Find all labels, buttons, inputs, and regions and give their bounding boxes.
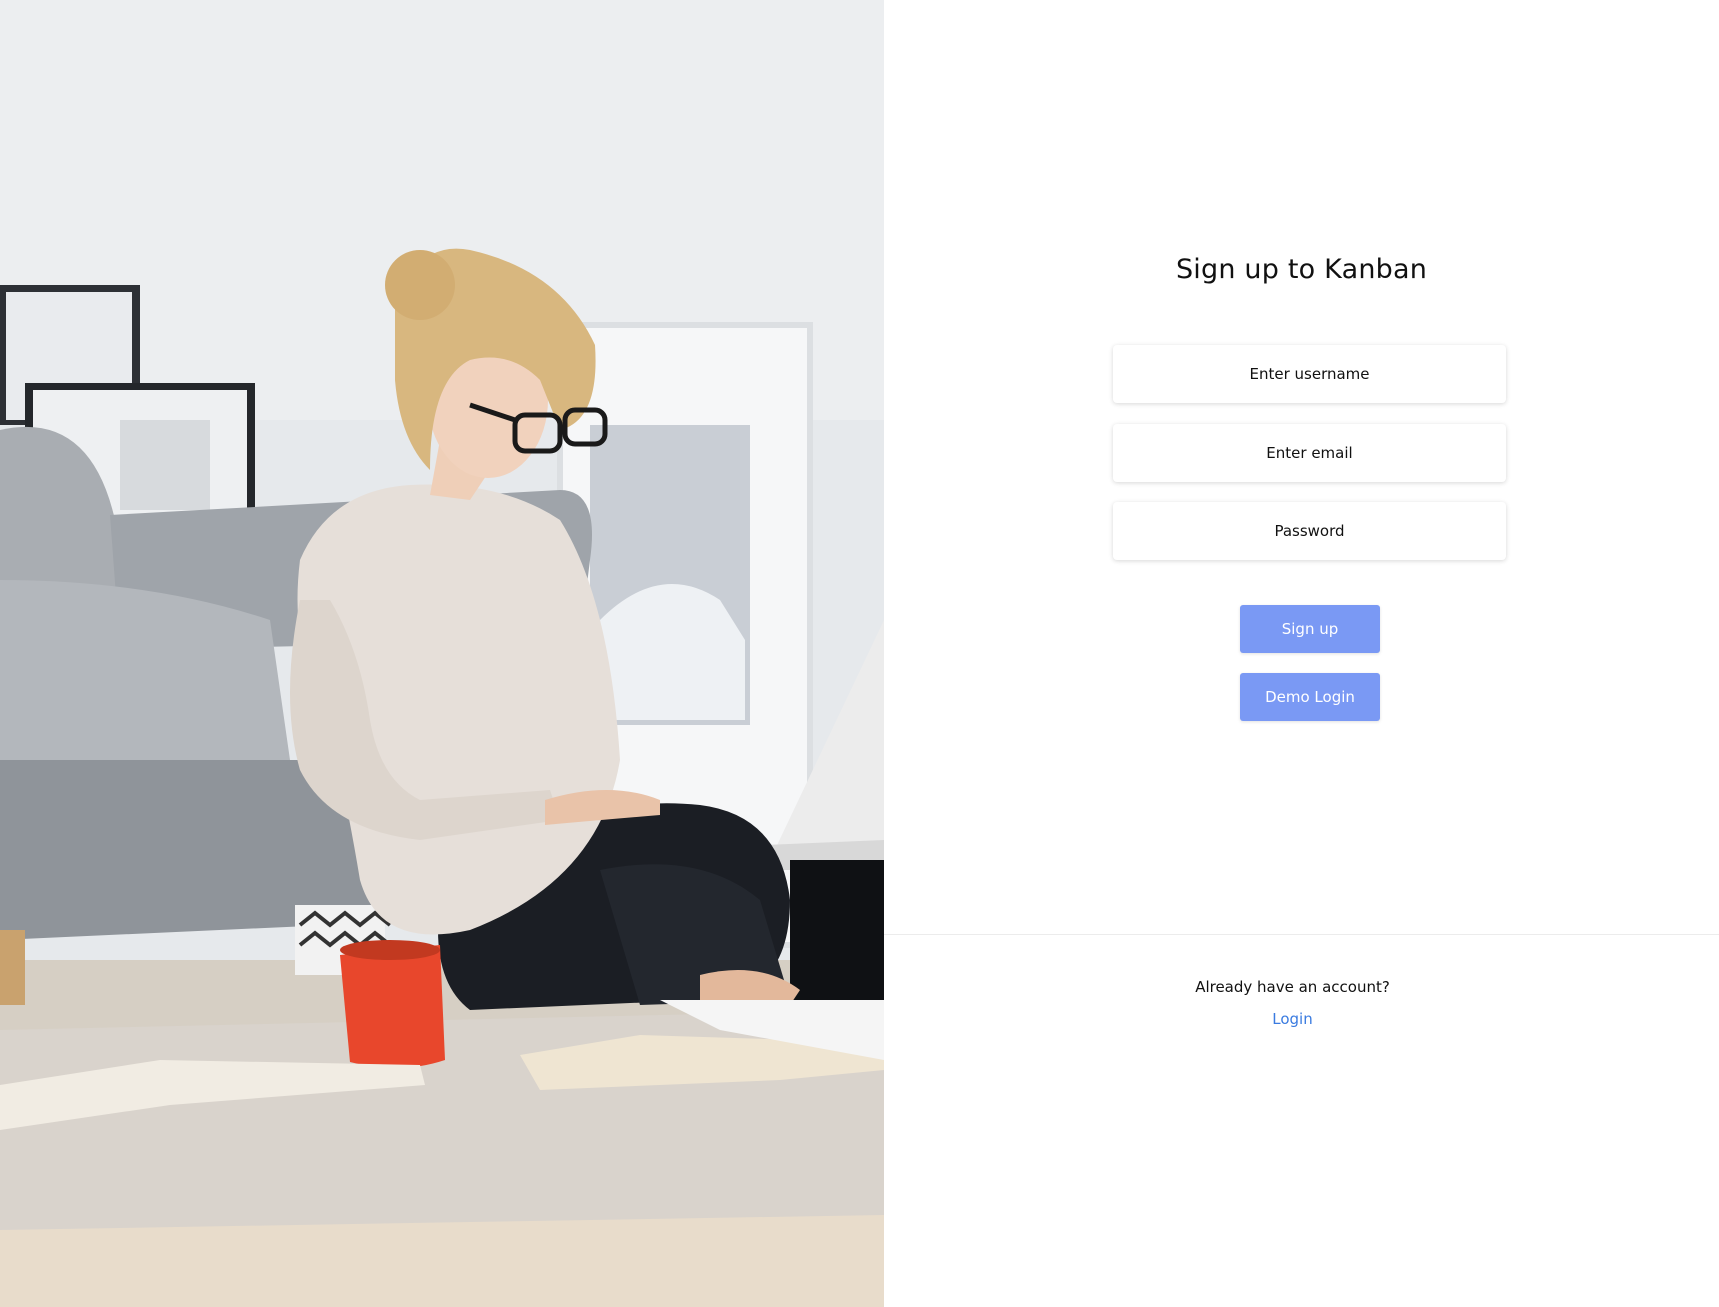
login-link[interactable]: Login — [884, 1010, 1701, 1028]
footer-divider — [884, 934, 1719, 935]
signup-panel: Sign up to Kanban Sign up Demo Login Alr… — [884, 0, 1719, 1307]
email-input[interactable] — [1113, 424, 1506, 482]
hero-image — [0, 0, 884, 1307]
username-input[interactable] — [1113, 345, 1506, 403]
hero-illustration — [0, 0, 884, 1307]
demo-login-button[interactable]: Demo Login — [1240, 673, 1380, 721]
sign-up-button[interactable]: Sign up — [1240, 605, 1380, 653]
page-title: Sign up to Kanban — [1175, 254, 1428, 285]
password-input[interactable] — [1113, 502, 1506, 560]
signup-page: Sign up to Kanban Sign up Demo Login Alr… — [0, 0, 1719, 1307]
already-account-text: Already have an account? — [1195, 978, 1390, 996]
